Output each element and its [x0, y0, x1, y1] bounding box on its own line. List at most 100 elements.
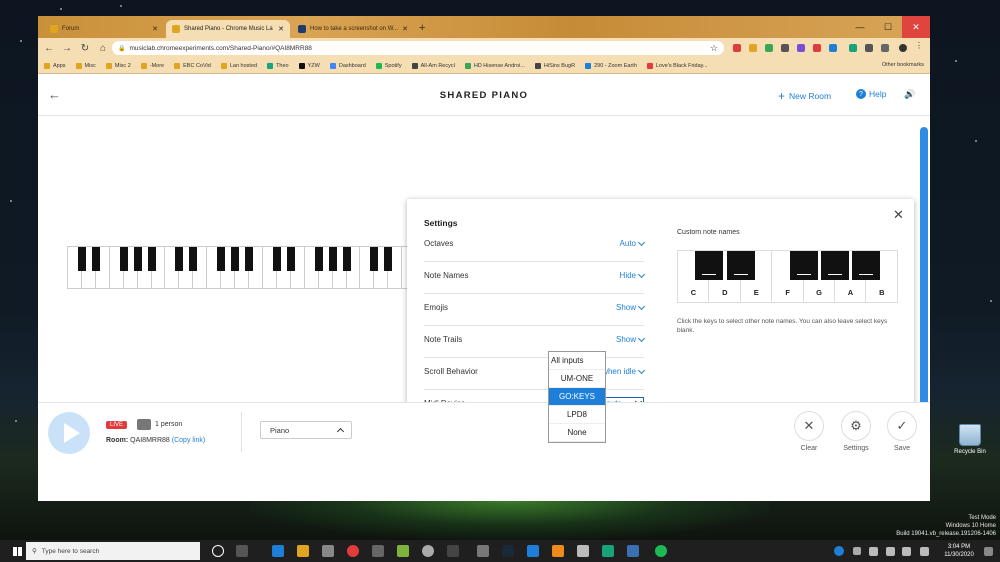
- minimize-button[interactable]: —: [846, 16, 874, 38]
- clear-button[interactable]: ✕: [794, 411, 824, 441]
- extension-icon[interactable]: [797, 44, 805, 52]
- bookmark-item[interactable]: Love's Black Friday...: [646, 62, 708, 69]
- setting-value[interactable]: Hide: [620, 270, 646, 280]
- scrollbar[interactable]: [920, 127, 928, 445]
- piano-black-key[interactable]: [189, 247, 198, 271]
- piano-black-key[interactable]: [77, 247, 86, 271]
- piano-black-key[interactable]: [384, 247, 393, 271]
- close-tab-icon[interactable]: ✕: [278, 25, 284, 33]
- extension-icon[interactable]: [813, 44, 821, 52]
- piano-black-key[interactable]: [245, 247, 254, 271]
- network-icon[interactable]: [869, 547, 878, 556]
- tab-shared-piano[interactable]: Shared Piano - Chrome Music La ✕: [166, 20, 290, 38]
- reload-icon[interactable]: ↻: [78, 43, 92, 54]
- piano-black-key[interactable]: [133, 247, 142, 271]
- recycle-bin[interactable]: Recycle Bin: [948, 424, 992, 455]
- profile-avatar-icon[interactable]: [899, 44, 907, 52]
- mail-icon[interactable]: [527, 545, 539, 557]
- edge-icon[interactable]: [272, 545, 284, 557]
- volume-icon[interactable]: 🔊: [904, 89, 915, 100]
- bookmark-item[interactable]: 290 - Zoom Earth: [585, 62, 637, 69]
- close-icon[interactable]: ✕: [893, 207, 904, 223]
- midi-option[interactable]: UM-ONE: [549, 370, 605, 388]
- extension-icon[interactable]: [829, 44, 837, 52]
- setting-row-emojis[interactable]: Emojis Show: [424, 294, 646, 326]
- piano-black-key[interactable]: [175, 247, 184, 271]
- bookmark-item[interactable]: Spotify: [375, 62, 402, 69]
- system-clock[interactable]: 3:04 PM 11/30/2020: [940, 543, 978, 559]
- custom-black-key[interactable]: [852, 251, 881, 280]
- midi-option[interactable]: GO:KEYS: [549, 388, 605, 406]
- bookmark-item[interactable]: Lan hosted: [220, 62, 257, 69]
- bookmark-item[interactable]: All-Am Recycl: [411, 62, 455, 69]
- back-arrow-icon[interactable]: ←: [42, 43, 56, 54]
- cortana-icon[interactable]: [212, 545, 224, 557]
- setting-row-note-trails[interactable]: Note Trails Show: [424, 326, 646, 358]
- bookmark-item[interactable]: YZW: [298, 62, 320, 69]
- custom-black-key[interactable]: [821, 251, 849, 280]
- bookmark-item[interactable]: Theo: [267, 62, 289, 69]
- app-icon[interactable]: [397, 545, 409, 557]
- settings-button[interactable]: ⚙: [841, 411, 871, 441]
- tray-icon[interactable]: [834, 546, 844, 556]
- piano-black-key[interactable]: [328, 247, 337, 271]
- bookmark-item[interactable]: EBC CoVid: [174, 62, 211, 69]
- close-window-button[interactable]: ✕: [902, 16, 930, 38]
- custom-note-keyboard[interactable]: CDEFGAB: [677, 250, 898, 303]
- steam-icon[interactable]: [502, 545, 514, 557]
- spotify-icon[interactable]: [655, 545, 667, 557]
- volume-icon[interactable]: [886, 547, 895, 556]
- store-icon[interactable]: [322, 545, 334, 557]
- copy-link[interactable]: (Copy link): [172, 437, 205, 444]
- extension-icon[interactable]: [749, 44, 757, 52]
- piano-black-key[interactable]: [286, 247, 295, 271]
- extension-icon[interactable]: [733, 44, 741, 52]
- app-icon[interactable]: [422, 545, 434, 557]
- vlc-icon[interactable]: [552, 545, 564, 557]
- piano-black-key[interactable]: [342, 247, 351, 271]
- file-explorer-icon[interactable]: [297, 545, 309, 557]
- app-icon[interactable]: [577, 545, 589, 557]
- piano-black-key[interactable]: [119, 247, 128, 271]
- piano-black-key[interactable]: [370, 247, 379, 271]
- custom-black-key[interactable]: [695, 251, 724, 280]
- tab-screenshot-howto[interactable]: How to take a screenshot on W... ✕: [292, 20, 414, 38]
- setting-row-octaves[interactable]: Octaves Auto: [424, 230, 646, 262]
- piano-black-key[interactable]: [217, 247, 226, 271]
- cast-icon[interactable]: [881, 44, 889, 52]
- setting-row-scroll-behavior[interactable]: Scroll Behavior Pause when idle: [424, 358, 646, 390]
- extension-icon[interactable]: [765, 44, 773, 52]
- bookmark-item[interactable]: HD Hisense Androi...: [464, 62, 525, 69]
- bookmark-star-icon[interactable]: ☆: [710, 43, 718, 54]
- setting-value[interactable]: Auto: [620, 238, 646, 248]
- other-bookmarks[interactable]: Other bookmarks: [882, 62, 924, 68]
- piano-black-key[interactable]: [91, 247, 100, 271]
- task-view-icon[interactable]: [236, 545, 248, 557]
- address-bar[interactable]: 🔒 musiclab.chromeexperiments.com/Shared-…: [112, 41, 724, 55]
- calculator-icon[interactable]: [477, 545, 489, 557]
- bookmark-item[interactable]: Apps: [44, 62, 66, 69]
- bookmark-item[interactable]: Misc 2: [105, 62, 131, 69]
- extension-icon[interactable]: [849, 44, 857, 52]
- tab-forum[interactable]: Forum ✕: [44, 20, 164, 38]
- play-button[interactable]: [48, 412, 90, 454]
- help-button[interactable]: ? Help: [856, 89, 886, 99]
- close-tab-icon[interactable]: ✕: [402, 25, 408, 33]
- menu-kebab-icon[interactable]: ⋮: [915, 41, 923, 50]
- display-icon[interactable]: [920, 547, 929, 556]
- notifications-icon[interactable]: [984, 547, 993, 556]
- custom-black-key[interactable]: [726, 251, 755, 280]
- bookmark-item[interactable]: HiSins BugR: [534, 62, 575, 69]
- keyboard-icon[interactable]: [902, 547, 911, 556]
- app-icon[interactable]: [602, 545, 614, 557]
- bookmark-item[interactable]: -More: [140, 62, 164, 69]
- midi-option[interactable]: All inputs: [549, 352, 605, 370]
- setting-value[interactable]: Show: [616, 302, 646, 312]
- maximize-button[interactable]: ☐: [874, 16, 902, 38]
- bookmark-item[interactable]: Misc: [75, 62, 96, 69]
- chrome-icon[interactable]: [347, 545, 359, 557]
- puzzle-icon[interactable]: [865, 44, 873, 52]
- bookmark-item[interactable]: Dashboard: [329, 62, 366, 69]
- instrument-select[interactable]: Piano: [260, 421, 352, 439]
- close-tab-icon[interactable]: ✕: [152, 25, 158, 33]
